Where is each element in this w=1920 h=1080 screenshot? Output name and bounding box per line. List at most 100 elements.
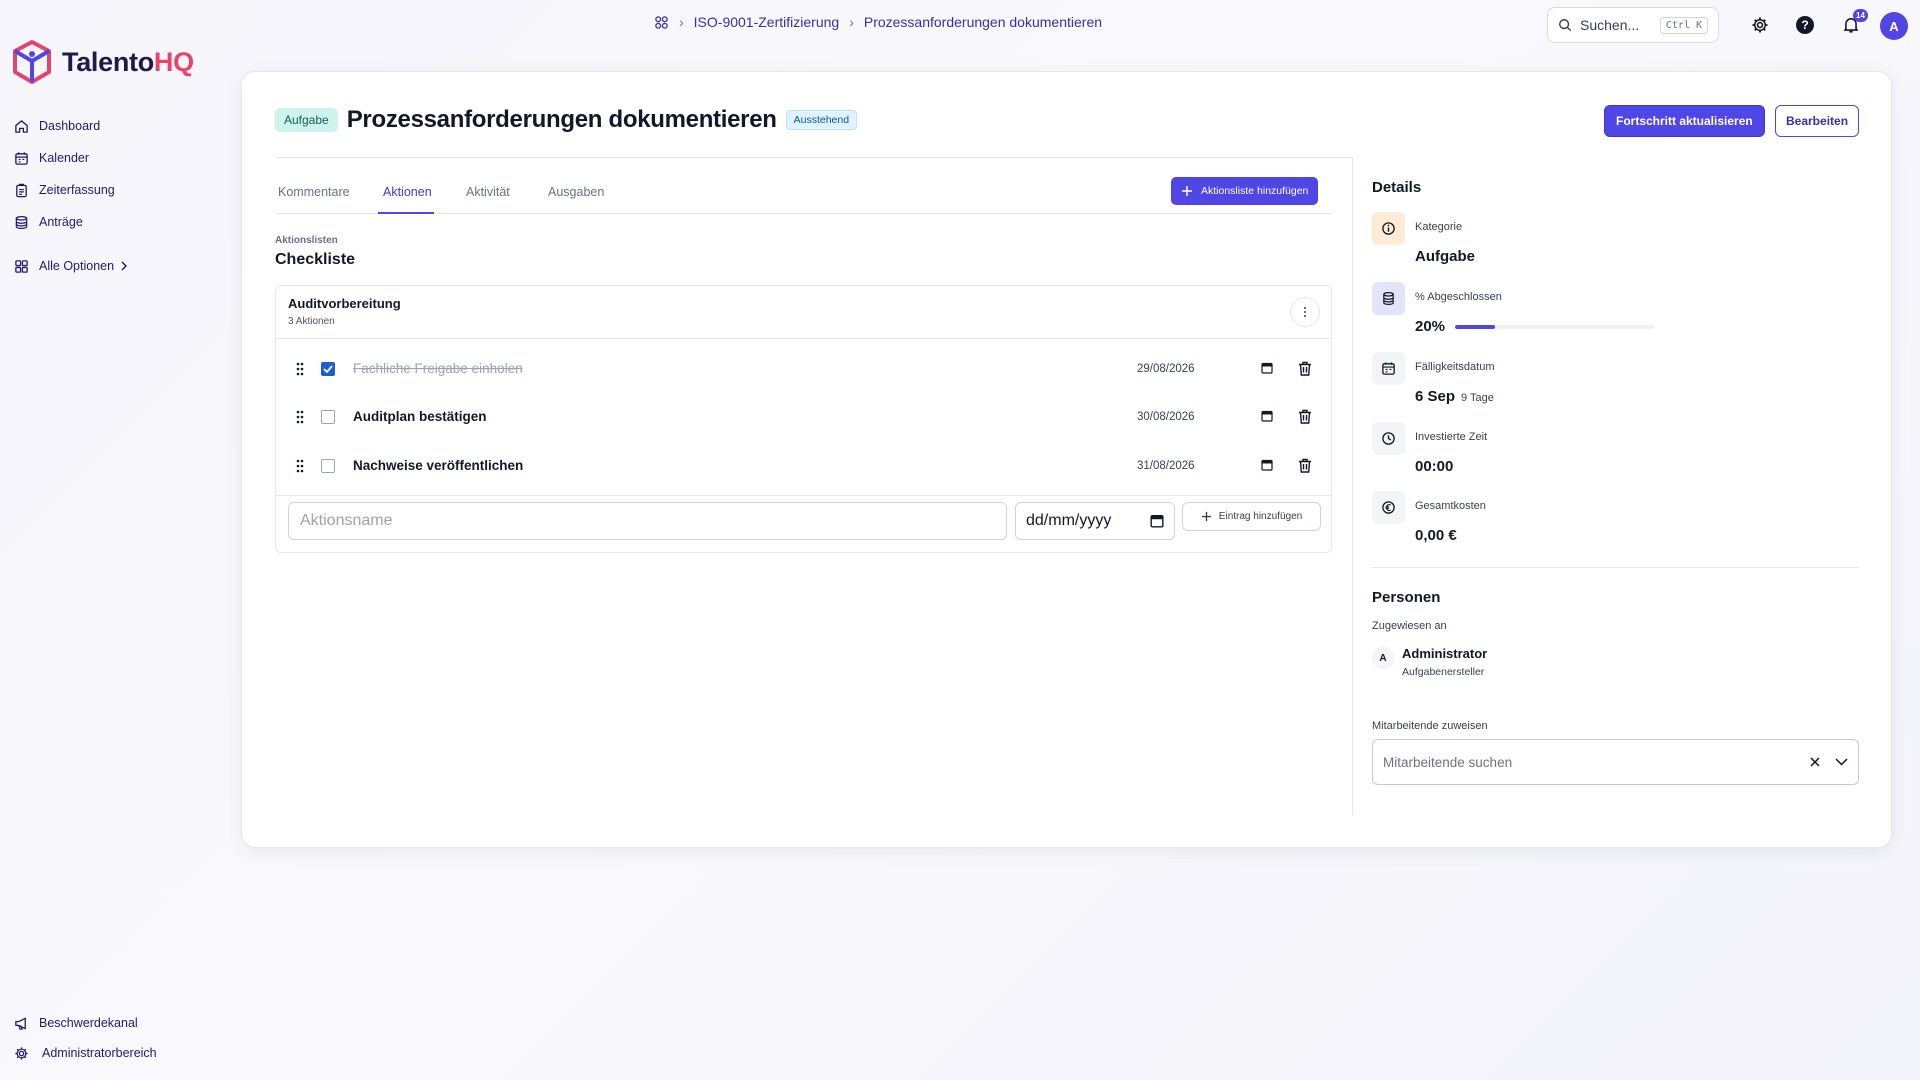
detail-label: Investierte Zeit — [1415, 431, 1488, 443]
column-divider — [1352, 157, 1353, 815]
calendar-icon[interactable] — [1150, 514, 1164, 528]
cube-logo-icon — [13, 40, 51, 84]
gear-icon — [1752, 17, 1768, 33]
info-icon — [1372, 212, 1405, 245]
calendar-icon[interactable] — [1261, 410, 1273, 422]
action-list-count: 3 Aktionen — [288, 316, 335, 327]
list-item: Fachliche Freigabe einholen 29/08/2026 — [276, 349, 1331, 389]
drag-handle-icon[interactable] — [296, 410, 304, 424]
detail-value: Aufgabe — [1415, 248, 1475, 265]
breadcrumb: › ISO-9001-Zertifizierung › Prozessanfor… — [654, 14, 1102, 30]
calendar-icon — [1372, 352, 1405, 385]
tab-aktivitaet[interactable]: Aktivität — [466, 185, 510, 199]
trash-icon[interactable] — [1298, 458, 1312, 473]
select-actions — [1809, 756, 1848, 768]
detail-value: 20% — [1415, 318, 1446, 335]
sidebar-item-antraege[interactable]: Anträge — [14, 206, 224, 238]
breadcrumb-task[interactable]: Prozessanforderungen dokumentieren — [864, 14, 1102, 30]
task-header: Aufgabe Prozessanforderungen dokumentier… — [275, 106, 858, 134]
assign-label: Mitarbeitende zuweisen — [1372, 720, 1488, 732]
detail-category: Kategorie Aufgabe — [1372, 212, 1772, 272]
calendar-icon[interactable] — [1261, 362, 1273, 374]
section-title: Checkliste — [275, 251, 356, 268]
calendar-icon — [15, 151, 28, 165]
assigned-label: Zugewiesen an — [1372, 620, 1447, 632]
trash-icon[interactable] — [1298, 361, 1312, 376]
sidebar-item-label: Dashboard — [39, 119, 101, 133]
action-list-name: Auditvorbereitung — [288, 296, 401, 311]
euro-icon — [1372, 491, 1405, 524]
settings-button[interactable] — [1749, 14, 1771, 36]
trash-icon[interactable] — [1298, 409, 1312, 424]
list-item: Auditplan bestätigen 30/08/2026 — [276, 397, 1331, 437]
sidebar-item-label: Kalender — [39, 151, 90, 165]
sidebar-item-alle-optionen[interactable]: Alle Optionen — [14, 250, 224, 282]
app-name: TalentoHQ — [62, 46, 194, 77]
plus-icon — [1201, 511, 1211, 522]
detail-completion: % Abgeschlossen 20% — [1372, 282, 1772, 342]
search-placeholder: Suchen... — [1580, 17, 1640, 33]
tab-ausgaben[interactable]: Ausgaben — [548, 185, 604, 199]
edit-button[interactable]: Bearbeiten — [1775, 105, 1860, 137]
breadcrumb-project[interactable]: ISO-9001-Zertifizierung — [694, 14, 840, 30]
sidebar-item-label: Zeiterfassung — [39, 183, 115, 197]
detail-value: 0,00 € — [1415, 527, 1457, 544]
search-box[interactable]: Suchen... Ctrl K — [1547, 7, 1719, 43]
action-name-input[interactable] — [288, 502, 1007, 540]
add-entry-label: Eintrag hinzufügen — [1218, 511, 1303, 522]
help-button[interactable]: ? — [1794, 14, 1816, 36]
megaphone-icon — [15, 1017, 26, 1030]
home-icon — [15, 119, 28, 133]
sidebar-item-kalender[interactable]: Kalender — [14, 142, 224, 174]
user-avatar[interactable]: A — [1880, 12, 1908, 40]
employee-search-select[interactable]: Mitarbeitende suchen — [1372, 739, 1859, 785]
sidebar-bottom: Beschwerdekanal Administratorbereich — [14, 1008, 234, 1068]
drag-handle-icon[interactable] — [296, 459, 304, 473]
detail-due-date: Fälligkeitsdatum 6 Sep 9 Tage — [1372, 352, 1772, 412]
apps-icon[interactable] — [654, 15, 669, 30]
add-entry-button[interactable]: Eintrag hinzufügen — [1182, 502, 1321, 531]
sidebar-item-zeiterfassung[interactable]: Zeiterfassung — [14, 174, 224, 206]
item-checkbox[interactable] — [321, 362, 335, 376]
sidebar-item-label: Administratorbereich — [42, 1046, 157, 1060]
item-checkbox[interactable] — [321, 410, 335, 424]
active-tab-indicator — [378, 212, 434, 214]
action-date-input[interactable]: dd/mm/yyyy — [1015, 502, 1175, 540]
tab-aktionen[interactable]: Aktionen — [383, 185, 432, 199]
employee-search-placeholder: Mitarbeitende suchen — [1383, 754, 1513, 770]
add-action-list-button[interactable]: Aktionsliste hinzufügen — [1171, 177, 1319, 205]
plus-icon — [1182, 186, 1192, 196]
detail-cost: Gesamtkosten 0,00 € — [1372, 491, 1772, 551]
item-checkbox[interactable] — [321, 459, 335, 473]
gear-icon — [15, 1046, 28, 1060]
drag-handle-icon[interactable] — [296, 362, 304, 376]
panel-divider — [1372, 567, 1859, 568]
action-list: Auditvorbereitung 3 Aktionen Fachliche F… — [275, 285, 1332, 553]
notifications-button[interactable]: 14 — [1840, 9, 1868, 36]
header-divider — [275, 157, 1353, 158]
item-date[interactable]: 30/08/2026 — [1137, 411, 1195, 423]
sidebar-item-beschwerdekanal[interactable]: Beschwerdekanal — [14, 1008, 234, 1038]
tab-kommentare[interactable]: Kommentare — [278, 185, 350, 199]
page-title: Prozessanforderungen dokumentieren — [346, 106, 777, 133]
chevron-down-icon[interactable] — [1835, 758, 1848, 766]
list-menu-button[interactable] — [1290, 297, 1320, 327]
chevron-right-icon — [121, 261, 128, 271]
item-date[interactable]: 31/08/2026 — [1137, 460, 1195, 472]
sidebar-item-administratorbereich[interactable]: Administratorbereich — [14, 1038, 234, 1068]
sidebar-item-label: Beschwerdekanal — [39, 1016, 138, 1030]
close-icon[interactable] — [1809, 756, 1821, 768]
item-date[interactable]: 29/08/2026 — [1137, 363, 1195, 375]
calendar-icon[interactable] — [1261, 459, 1273, 471]
database-icon — [15, 215, 28, 229]
due-date-value: 6 Sep — [1415, 388, 1456, 405]
sidebar-item-dashboard[interactable]: Dashboard — [14, 110, 224, 142]
clock-icon — [1372, 422, 1405, 455]
search-icon — [1559, 19, 1572, 32]
update-progress-button[interactable]: Fortschritt aktualisieren — [1604, 105, 1765, 137]
grid-icon — [15, 259, 28, 273]
assignee-name: Administrator — [1402, 646, 1488, 661]
app-logo[interactable]: TalentoHQ — [12, 40, 194, 84]
sidebar-item-label: Anträge — [39, 215, 83, 229]
assignee-role: Aufgabenersteller — [1402, 666, 1485, 678]
